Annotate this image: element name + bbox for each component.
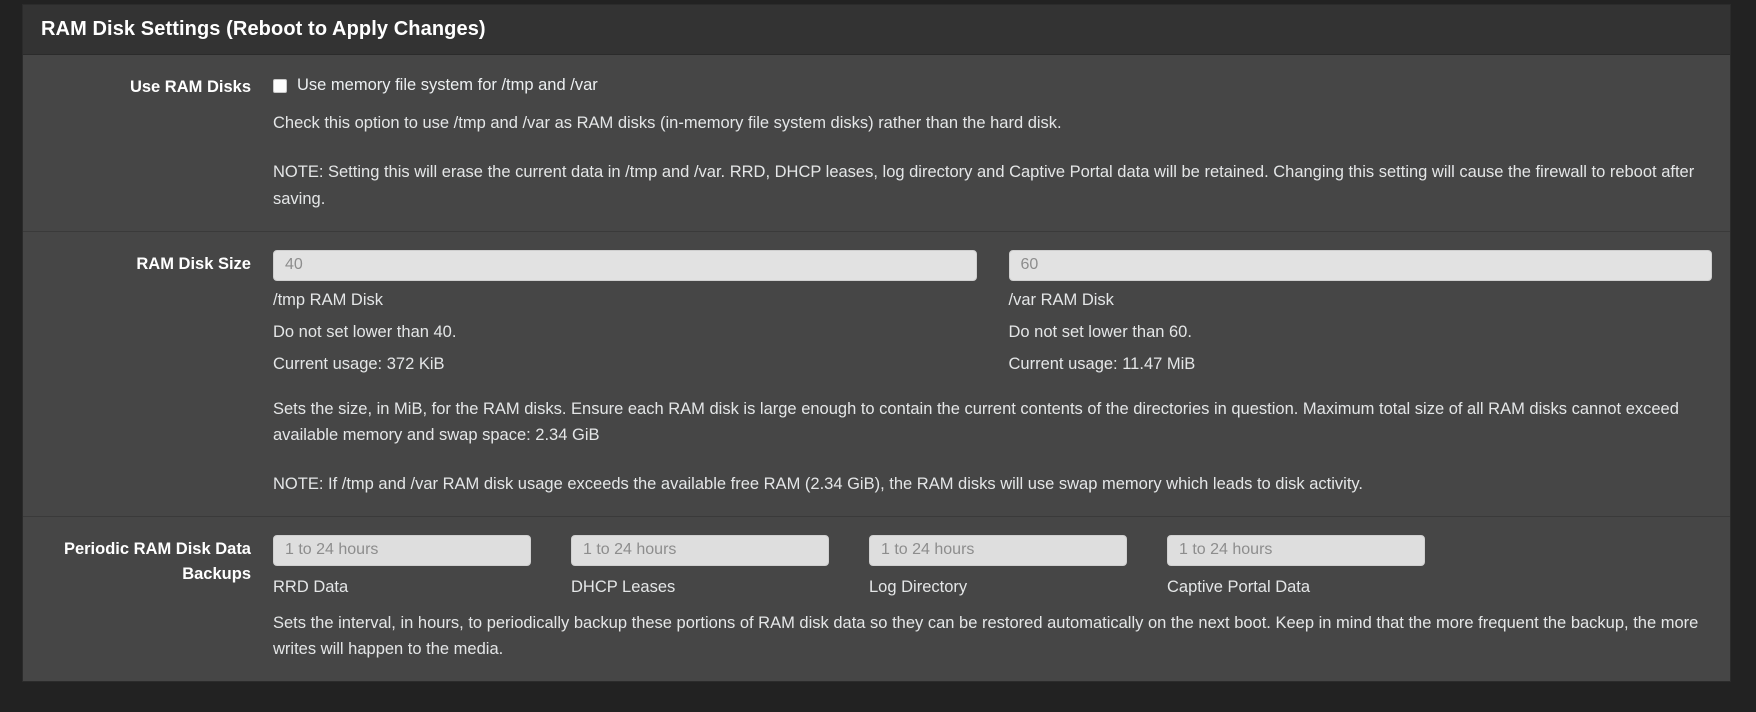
- ram-disk-size-help-1: Sets the size, in MiB, for the RAM disks…: [273, 399, 1679, 445]
- ram-disk-size-columns: /tmp RAM Disk Do not set lower than 40. …: [273, 249, 1712, 378]
- log-directory-caption: Log Directory: [869, 577, 968, 596]
- dhcp-leases-interval-input[interactable]: [571, 534, 829, 566]
- tmp-ram-disk-name: /tmp RAM Disk: [273, 290, 384, 309]
- use-ram-disks-help-1: Check this option to use /tmp and /var a…: [273, 114, 1062, 133]
- captive-portal-data-column: Captive Portal Data: [1167, 534, 1425, 600]
- label-ram-disk-size: RAM Disk Size: [136, 254, 251, 273]
- use-ram-disks-checkbox-label: Use memory file system for /tmp and /var: [297, 76, 598, 94]
- dhcp-leases-caption: DHCP Leases: [571, 577, 676, 596]
- content-periodic-backups: RRD Data DHCP Leases Log Directory Capti…: [273, 534, 1730, 663]
- log-directory-interval-input[interactable]: [869, 534, 1127, 566]
- use-ram-disks-checkbox[interactable]: [273, 78, 287, 93]
- tmp-ram-disk-size-input[interactable]: [273, 249, 977, 281]
- form-row-use-ram-disks: Use RAM Disks Use memory file system for…: [23, 55, 1730, 232]
- periodic-backups-help-1: Sets the interval, in hours, to periodic…: [273, 613, 1699, 659]
- var-ram-disk-name: /var RAM Disk: [1008, 290, 1114, 309]
- dhcp-leases-column: DHCP Leases: [571, 534, 829, 600]
- form-row-periodic-backups: Periodic RAM Disk Data Backups RRD Data …: [23, 517, 1730, 681]
- captive-portal-data-interval-input[interactable]: [1167, 534, 1425, 566]
- periodic-backup-fields: RRD Data DHCP Leases Log Directory Capti…: [273, 534, 1712, 600]
- use-ram-disks-help-2: NOTE: Setting this will erase the curren…: [273, 163, 1695, 208]
- content-ram-disk-size: /tmp RAM Disk Do not set lower than 40. …: [273, 249, 1730, 498]
- panel-header: RAM Disk Settings (Reboot to Apply Chang…: [23, 5, 1730, 55]
- rrd-data-caption: RRD Data: [273, 577, 349, 596]
- ram-disk-size-help-2: NOTE: If /tmp and /var RAM disk usage ex…: [273, 475, 1364, 494]
- log-directory-column: Log Directory: [869, 534, 1127, 600]
- rrd-data-interval-input[interactable]: [273, 534, 531, 566]
- var-ram-disk-size-input[interactable]: [1008, 249, 1712, 281]
- label-use-ram-disks: Use RAM Disks: [129, 78, 251, 96]
- use-ram-disks-checkbox-row[interactable]: Use memory file system for /tmp and /var: [273, 75, 1712, 96]
- tmp-ram-disk-usage: Current usage: 372 KiB: [273, 355, 445, 374]
- form-row-ram-disk-size: RAM Disk Size /tmp RAM Disk Do not set l…: [23, 232, 1730, 517]
- tmp-ram-disk-column: /tmp RAM Disk Do not set lower than 40. …: [273, 249, 977, 378]
- var-ram-disk-minimum: Do not set lower than 60.: [1008, 322, 1192, 341]
- ram-disk-settings-panel: RAM Disk Settings (Reboot to Apply Chang…: [22, 4, 1731, 683]
- panel-body: Use RAM Disks Use memory file system for…: [23, 55, 1730, 681]
- var-ram-disk-column: /var RAM Disk Do not set lower than 60. …: [1008, 249, 1712, 378]
- content-use-ram-disks: Use memory file system for /tmp and /var…: [273, 73, 1730, 213]
- page-title: RAM Disk Settings (Reboot to Apply Chang…: [41, 18, 486, 40]
- label-periodic-backups: Periodic RAM Disk Data Backups: [63, 539, 251, 584]
- var-ram-disk-usage: Current usage: 11.47 MiB: [1008, 355, 1196, 374]
- tmp-ram-disk-minimum: Do not set lower than 40.: [273, 322, 457, 341]
- rrd-data-column: RRD Data: [273, 534, 531, 600]
- captive-portal-data-caption: Captive Portal Data: [1167, 577, 1311, 596]
